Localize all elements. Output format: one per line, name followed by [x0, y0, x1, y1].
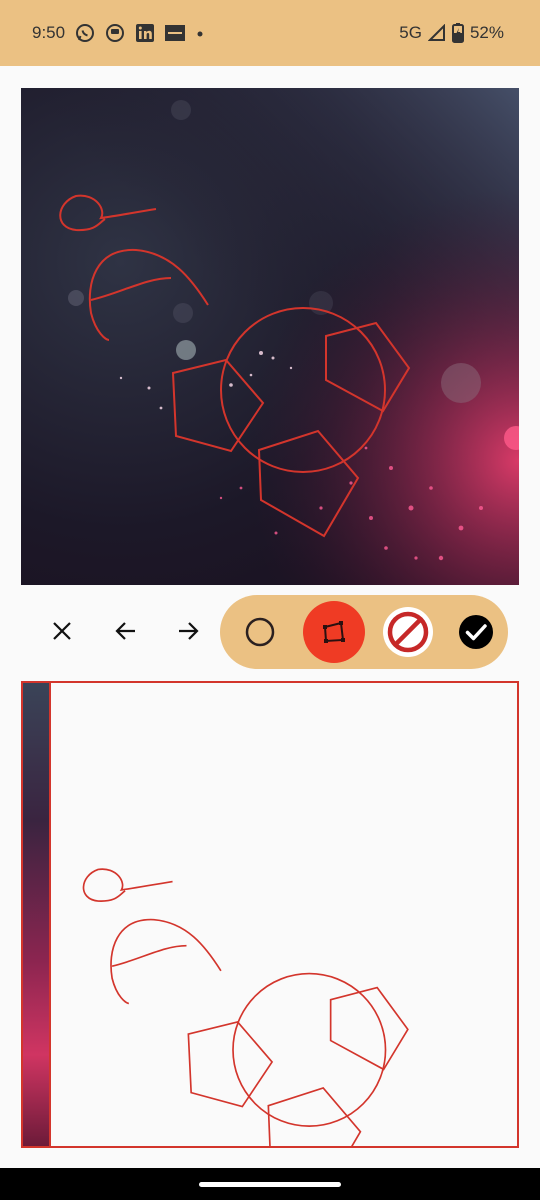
- circle-outline-icon: [245, 617, 275, 647]
- battery-icon: [451, 23, 464, 43]
- linkedin-icon: [136, 24, 155, 42]
- tool-selector: [220, 595, 508, 669]
- network-label: 5G: [399, 23, 422, 42]
- prohibited-icon: [383, 607, 433, 657]
- polygon-tool-button[interactable]: [303, 601, 365, 663]
- status-bar: 9:50 5G 52%: [0, 0, 540, 66]
- clock: 9:50: [32, 23, 66, 42]
- check-circle-icon: [459, 615, 493, 649]
- app-icon: [106, 24, 125, 42]
- signal-icon: [427, 24, 445, 41]
- image-edge-strip: [21, 681, 51, 1148]
- mask-preview[interactable]: [21, 681, 519, 1148]
- confirm-button[interactable]: [445, 601, 507, 663]
- erase-tool-button[interactable]: [377, 601, 439, 663]
- circle-tool-button[interactable]: [229, 601, 291, 663]
- undo-button[interactable]: [104, 609, 148, 653]
- redo-button[interactable]: [166, 609, 210, 653]
- arrow-right-icon: [179, 622, 199, 640]
- home-gesture-handle[interactable]: [199, 1182, 341, 1187]
- news-app-icon: [165, 25, 186, 41]
- mask-preview-canvas: [21, 681, 519, 1148]
- battery-percent: 52%: [469, 23, 504, 42]
- background-photo: [21, 88, 519, 585]
- polygon-crop-icon: [323, 621, 345, 643]
- more-dot-icon: [197, 31, 203, 37]
- navigation-bar: [0, 1168, 540, 1200]
- arrow-left-icon: [115, 622, 135, 640]
- close-icon: [53, 622, 71, 640]
- close-button[interactable]: [40, 609, 84, 653]
- whatsapp-icon: [76, 24, 95, 42]
- editor-canvas[interactable]: [21, 88, 519, 585]
- toolbar: [0, 595, 540, 669]
